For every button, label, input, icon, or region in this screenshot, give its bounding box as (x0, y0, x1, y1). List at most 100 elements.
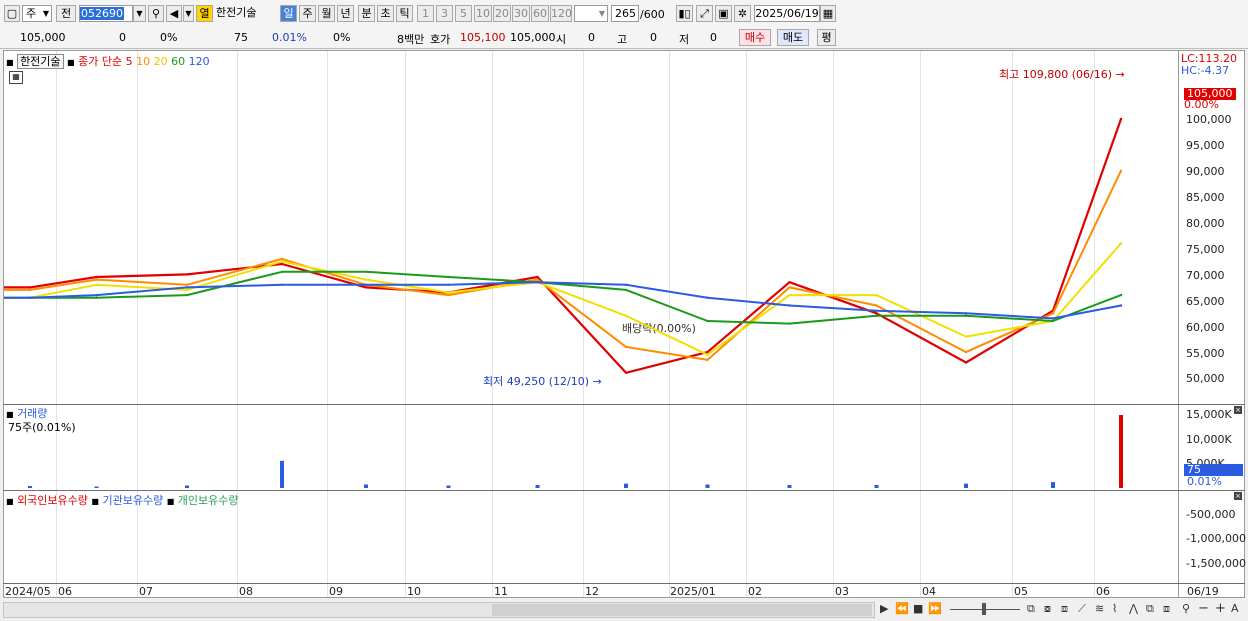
x-tick: 04 (922, 585, 936, 598)
legend-bullet-icon: ■ (166, 497, 175, 506)
ma-60-point (964, 314, 968, 317)
ma-120-point (280, 283, 284, 286)
compare-2-icon[interactable]: ⧈ (1163, 602, 1170, 616)
fast-forward-icon[interactable]: ⏩ (928, 602, 942, 615)
ma-20-point (280, 260, 284, 263)
magnifier-icon[interactable]: ⚲ (1182, 602, 1190, 615)
ma-10-point (875, 304, 878, 307)
inst-holding-label[interactable]: 기관보유수량 (102, 494, 163, 507)
ma-5-point (280, 262, 284, 266)
volume-bar (185, 485, 189, 488)
ma-10-point (964, 350, 968, 354)
holding-y-tick: -1,500,000 (1186, 557, 1246, 570)
volume-bar (28, 486, 32, 488)
ma-120-point (447, 283, 450, 286)
legend-bullet-icon: ■ (91, 497, 99, 506)
x-tick: 05 (1014, 585, 1028, 598)
ma-20-point (788, 293, 791, 297)
ma-10-point (1119, 169, 1123, 172)
ma-60-point (706, 319, 709, 323)
overlay-icon[interactable]: ⧇ (1044, 602, 1051, 616)
x-tick: 06/19 (1187, 585, 1219, 598)
stop-icon[interactable]: ■ (913, 602, 923, 615)
ma-60-point (447, 275, 450, 279)
x-tick: 06 (58, 585, 72, 598)
x-tick: 06 (1096, 585, 1110, 598)
volume-bar (624, 483, 628, 488)
vol-y-tick: 10,000K (1186, 433, 1232, 446)
ma-5-point (788, 281, 791, 284)
ma-60-point (95, 296, 98, 299)
ma-60-point (875, 314, 878, 317)
volume-bar (1119, 415, 1123, 488)
volume-bar (535, 485, 540, 488)
x-tick: 2024/05 (5, 585, 51, 598)
ma-5-point (1119, 117, 1123, 121)
ma-120-point (536, 281, 539, 284)
volume-bar (787, 485, 792, 488)
panel-close-icon[interactable]: × (1234, 406, 1242, 414)
x-tick: 07 (139, 585, 153, 598)
compare-icon[interactable]: ⧈ (1061, 602, 1068, 616)
volume-subtitle: 75주(0.01%) (8, 421, 76, 434)
ma-20-point (706, 353, 709, 356)
ma-120-point (706, 296, 709, 299)
volume-bar (280, 460, 284, 488)
scroll-right-icon[interactable]: ▶ (880, 602, 888, 615)
ma-60-point (1051, 319, 1055, 323)
ma-120-point (964, 312, 968, 315)
wave-icon[interactable]: ⌇ (1112, 602, 1117, 615)
ma-120-point (624, 283, 628, 286)
x-tick: 10 (407, 585, 421, 598)
x-tick: 02 (748, 585, 762, 598)
ma-60-point (1119, 293, 1123, 297)
volume-bar (964, 483, 968, 488)
ma-20-point (447, 291, 450, 294)
chart-svg (4, 117, 1123, 488)
ma-20-point (185, 288, 189, 292)
ma-20-point (624, 314, 628, 317)
ma-10-point (280, 257, 284, 261)
zoom-in-icon[interactable]: + (1215, 601, 1226, 616)
layout-icon[interactable]: ⧉ (1027, 602, 1035, 616)
indiv-holding-label[interactable]: 개인보유수량 (178, 494, 239, 507)
volume-bar (94, 486, 99, 488)
signal-icon[interactable]: ⋀ (1129, 602, 1138, 615)
zoom-slider-handle[interactable] (982, 603, 986, 615)
auto-scale-icon[interactable]: A (1231, 602, 1239, 615)
ma-20-point (964, 335, 968, 338)
overlay-2-icon[interactable]: ⧉ (1146, 602, 1154, 616)
ma-10-point (624, 345, 628, 349)
ma-120-point (364, 283, 368, 286)
scrollbar-thumb[interactable] (492, 604, 872, 616)
holding-y-tick: -500,000 (1186, 508, 1236, 521)
x-tick: 03 (835, 585, 849, 598)
x-tick: 11 (494, 585, 508, 598)
ma-120-point (95, 293, 98, 297)
ma-120-point (1051, 317, 1055, 320)
x-tick: 08 (239, 585, 253, 598)
ma-10-point (28, 288, 32, 292)
panel-close-icon[interactable]: × (1234, 492, 1242, 500)
ma-60-point (788, 322, 791, 325)
zoom-out-icon[interactable]: − (1198, 601, 1209, 616)
ma-120-point (28, 296, 32, 299)
ma-10-point (706, 358, 709, 362)
legend-bullet-icon: ■ (6, 497, 14, 506)
x-tick: 12 (585, 585, 599, 598)
volume-bar (1051, 482, 1055, 488)
ma-60-point (185, 293, 189, 297)
trend-icon[interactable]: ⟋ (1078, 602, 1086, 616)
volume-bar (364, 484, 368, 488)
volume-bar (874, 485, 879, 488)
ma-10-point (1051, 312, 1055, 315)
foreign-holding-label[interactable]: 외국인보유수량 (17, 494, 88, 507)
rewind-icon[interactable]: ⏪ (895, 602, 909, 615)
ma-10-point (447, 293, 450, 297)
legend-bullet-icon: ■ (6, 410, 14, 419)
indicator-icon[interactable]: ≋ (1095, 602, 1104, 615)
horizontal-scrollbar[interactable] (3, 602, 875, 618)
ma-10-point (536, 278, 539, 281)
holding-y-tick: -1,000,000 (1186, 532, 1246, 545)
ma-5-point (28, 286, 32, 289)
